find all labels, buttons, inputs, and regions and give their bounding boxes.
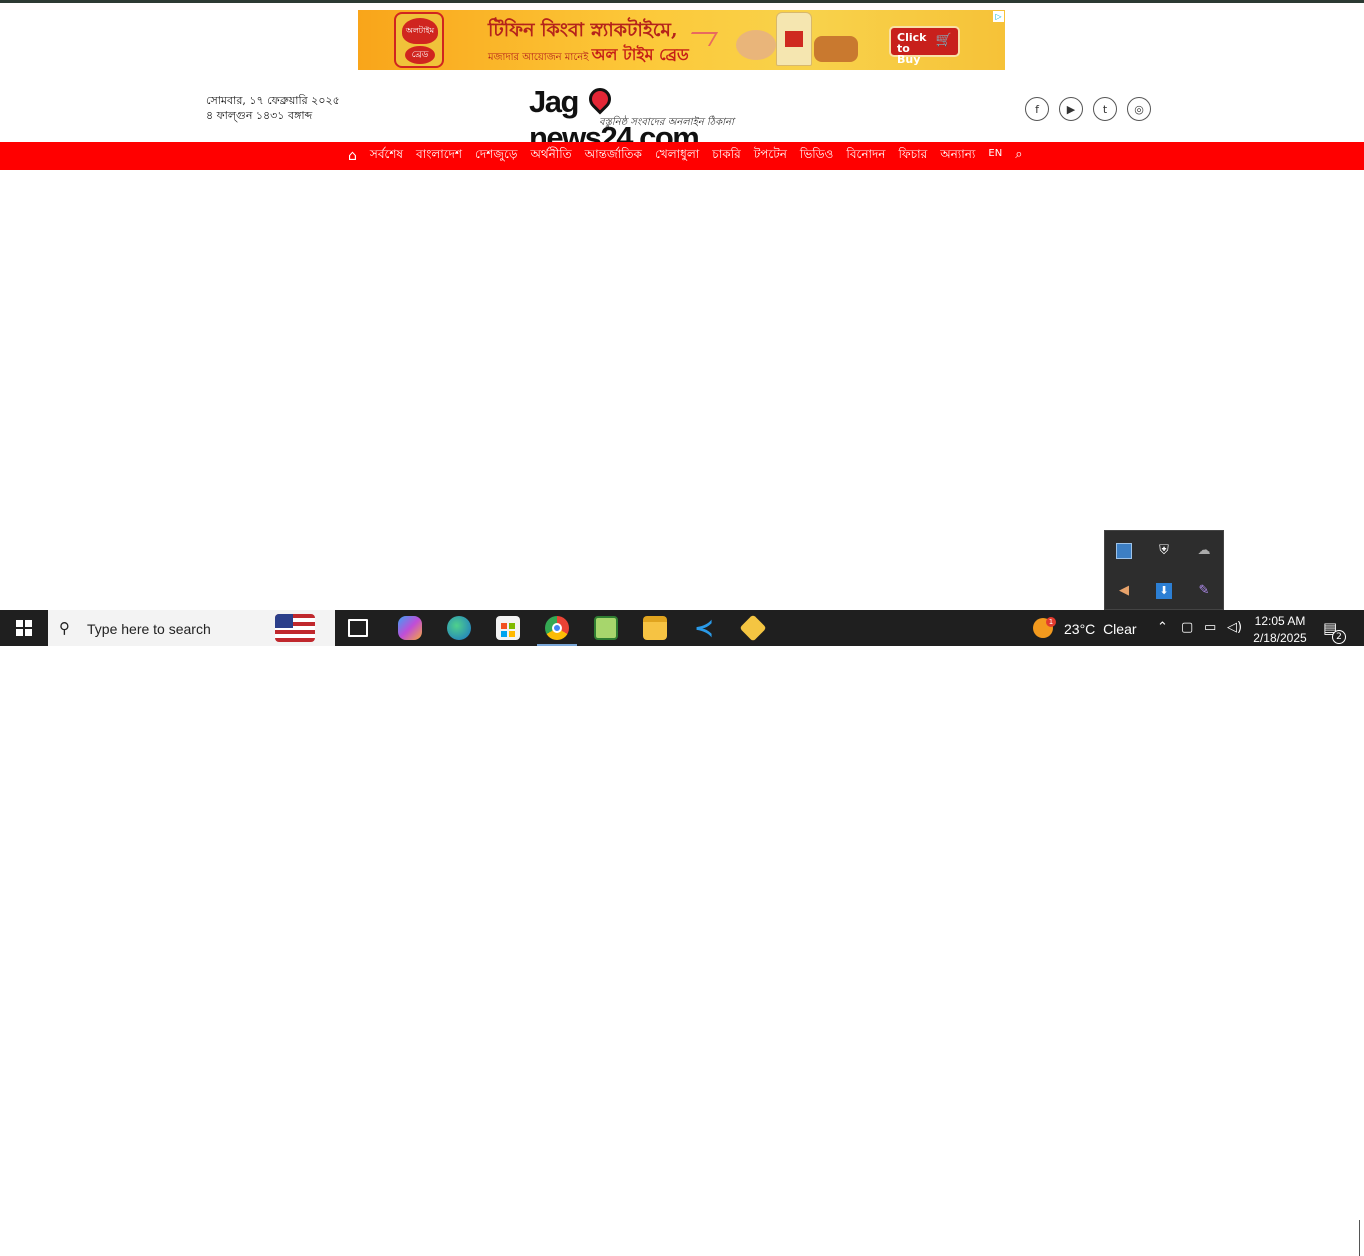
ad-arrow-graphic [683,32,719,46]
ad-logo-subtext: ব্রেড [405,46,435,64]
tray-overflow-popup: ⛨ ☁ ◀ ⬇ ✎ [1104,530,1224,610]
taskbar-search-box[interactable]: ⚲ Type here to search [48,610,335,646]
ad-food-image [736,30,776,60]
chevron-up-icon[interactable]: ⌃ [1157,620,1168,635]
pen-icon[interactable]: ✎ [1196,583,1212,599]
microsoft-store-icon[interactable] [496,616,520,640]
nav-item-sports[interactable]: খেলাধুলা [655,146,699,166]
vscode-icon[interactable]: ≺ [692,616,716,640]
language-switch-en[interactable]: EN [988,148,1002,159]
nav-item-feature[interactable]: ফিচার [898,146,927,166]
cloud-offline-icon[interactable]: ☁ [1196,543,1212,559]
windows-logo-icon [16,620,32,636]
ad-brand-logo: অলটাইম ব্রেড [394,12,444,68]
nav-item-others[interactable]: অন্যান্য [940,146,975,166]
weather-alert-badge: 1 [1046,617,1056,627]
logo-prefix: Jag [529,84,579,119]
browser-top-strip [0,0,1364,3]
weather-widget[interactable]: 23°C Clear [1064,621,1137,637]
gregorian-date: সোমবার, ১৭ ফেব্রুয়ারি ২০২৫ [206,94,340,107]
ad-cta-label: Click to Buy [897,31,927,66]
advertisement-banner[interactable]: অলটাইম ব্রেড টিফিন কিংবা স্ন্যাকটাইমে, ম… [358,10,1005,70]
taskbar-clock[interactable]: 12:05 AM 2/18/2025 [1250,613,1310,647]
instagram-icon[interactable]: ◎ [1127,97,1151,121]
meet-now-icon[interactable]: ▢ [1181,620,1193,635]
adchoices-icon[interactable]: ▷ [993,11,1004,22]
notepad-plus-plus-icon[interactable] [594,616,618,640]
network-adapter-icon[interactable] [1116,543,1132,559]
network-icon[interactable]: ▭ [1204,620,1216,635]
nav-item-countrywide[interactable]: দেশজুড়ে [475,146,517,166]
header-date: সোমবার, ১৭ ফেব্রুয়ারি ২০২৫ ৪ ফাল্গুন ১৪… [206,93,340,123]
nav-item-jobs[interactable]: চাকরি [712,146,740,166]
task-view-icon[interactable] [348,619,368,637]
logo-tagline: বস্তুনিষ্ঠ সংবাদের অনলাইন ঠিকানা [599,117,734,128]
ad-logo-text: অলটাইম [402,18,438,44]
nav-item-economy[interactable]: অর্থনীতি [530,146,571,166]
security-shield-icon[interactable]: ⛨ [1156,543,1172,559]
volume-icon[interactable]: ◁) [1227,620,1242,635]
ad-subline: মজাদার আয়োজন মানেই অল টাইম ব্রেড [488,42,689,69]
home-icon[interactable]: ⌂ [348,148,357,164]
nav-item-topten[interactable]: টপটেন [754,146,787,166]
nav-item-entertainment[interactable]: বিনোদন [846,146,885,166]
nav-item-bangladesh[interactable]: বাংলাদেশ [416,146,462,166]
main-navigation: ⌂ সর্বশেষ বাংলাদেশ দেশজুড়ে অর্থনীতি আন্… [0,142,1364,170]
clock-time: 12:05 AM [1254,614,1306,628]
download-icon[interactable]: ⬇ [1156,583,1172,599]
search-placeholder: Type here to search [87,621,211,637]
search-icon[interactable]: ⌕ [1015,147,1022,162]
site-logo[interactable]: Jagnews24.com বস্তুনিষ্ঠ সংবাদের অনলাইন … [529,83,751,155]
weather-description: Clear [1103,621,1137,637]
copilot-icon[interactable] [398,616,422,640]
ad-bottle-image [776,12,812,66]
start-button[interactable] [0,610,48,646]
ad-bread-image [814,36,858,62]
social-links: f ▶ t ◎ [1025,97,1151,121]
nav-item-latest[interactable]: সর্বশেষ [370,146,403,166]
facebook-icon[interactable]: f [1025,97,1049,121]
search-icon: ⚲ [59,619,70,637]
nav-item-video[interactable]: ভিডিও [800,146,833,166]
git-app-icon[interactable] [739,614,767,642]
show-desktop-button[interactable] [1359,1220,1364,1256]
ad-subline-text: মজাদার আয়োজন মানেই [488,52,589,63]
edge-icon[interactable] [447,616,471,640]
bangla-date: ৪ ফাল্গুন ১৪৩১ বঙ্গাব্দ [206,109,313,122]
file-explorer-icon[interactable] [643,616,667,640]
youtube-icon[interactable]: ▶ [1059,97,1083,121]
weather-temperature: 23°C [1064,621,1096,637]
shopping-cart-icon: 🛒 [935,33,952,48]
clock-date: 2/18/2025 [1253,631,1307,645]
twitter-icon[interactable]: t [1093,97,1117,121]
chrome-icon[interactable] [537,616,577,646]
ad-click-to-buy-button[interactable]: Click to Buy 🛒 [889,26,960,65]
us-flag-icon [275,614,315,642]
notification-count-badge: 2 [1332,630,1346,644]
speaker-icon[interactable]: ◀ [1116,583,1132,599]
nav-item-international[interactable]: আন্তর্জাতিক [585,146,642,166]
ad-brand-name: অল টাইম ব্রেড [591,45,689,64]
